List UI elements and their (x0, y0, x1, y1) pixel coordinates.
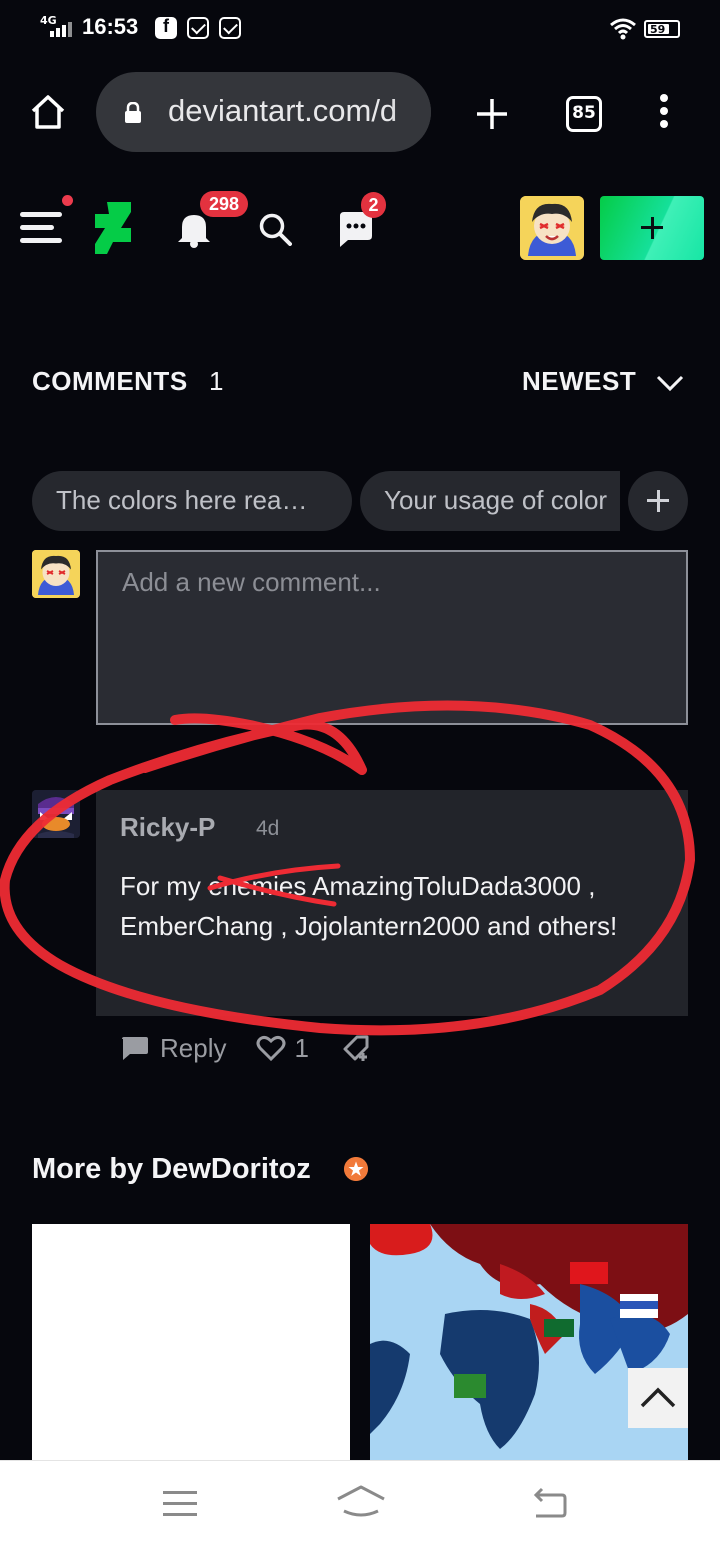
facebook-notification-icon (155, 16, 177, 39)
comment-timestamp[interactable]: 4d (256, 817, 279, 841)
signal-icon (50, 22, 72, 37)
browser-toolbar: deviantart.com/d 85 (0, 58, 720, 168)
plus-icon[interactable] (474, 96, 510, 132)
comment-author-avatar[interactable] (32, 790, 80, 838)
chevron-up-icon (640, 1387, 676, 1408)
home-icon[interactable] (30, 94, 66, 130)
reply-icon[interactable] (120, 1035, 150, 1061)
add-suggestion-button[interactable] (628, 471, 688, 531)
battery-level: 59 (650, 23, 666, 36)
clock: 16:53 (82, 14, 139, 39)
comment-body: For my enemies AmazingToluDada3000 , Emb… (120, 871, 618, 941)
system-nav-bar (0, 1460, 720, 1544)
heart-icon[interactable] (256, 1035, 286, 1061)
notifications-badge: 298 (200, 191, 248, 217)
more-vertical-icon[interactable] (654, 94, 674, 132)
lock-icon (125, 102, 141, 123)
wifi-icon (610, 18, 636, 40)
home-nav-icon[interactable] (336, 1485, 386, 1521)
scroll-to-top-button[interactable] (628, 1368, 688, 1428)
comment-card: Ricky-P 4d For my enemies AmazingToluDad… (96, 790, 688, 1016)
user-avatar[interactable] (520, 196, 584, 260)
mail-notification-icon (187, 17, 209, 39)
unread-dot (62, 195, 73, 206)
comments-heading: COMMENTS (32, 366, 188, 396)
battery-icon: 59 (644, 20, 680, 38)
core-member-star-icon (344, 1157, 368, 1181)
hamburger-menu-icon[interactable] (20, 212, 62, 246)
suggested-comment-chip[interactable]: The colors here rea… (32, 471, 352, 531)
search-icon[interactable] (258, 212, 292, 246)
back-icon[interactable] (530, 1487, 568, 1519)
more-by-heading[interactable]: More by DewDoritoz (32, 1153, 311, 1186)
suggested-comment-chip[interactable]: Your usage of color (360, 471, 620, 531)
comments-count: 1 (209, 366, 224, 396)
status-bar: 4G 16:53 59 (0, 0, 720, 58)
new-comment-input[interactable] (98, 552, 686, 612)
deviantart-logo[interactable] (93, 200, 133, 256)
like-count: 1 (294, 1032, 309, 1063)
tabs-button[interactable]: 85 (566, 96, 602, 132)
page-content: COMMENTS 1 NEWEST The colors here rea… Y… (0, 290, 720, 1460)
create-deviation-button[interactable] (600, 196, 704, 260)
url-text: deviantart.com/d (168, 93, 398, 128)
site-header: 298 2 (0, 168, 720, 290)
deviation-thumbnail[interactable] (32, 1224, 350, 1460)
comment-actions: Reply 1 (120, 1030, 371, 1066)
new-comment-box[interactable] (96, 550, 688, 725)
current-user-avatar (32, 550, 80, 598)
sort-dropdown[interactable]: NEWEST (522, 366, 636, 397)
comment-author[interactable]: Ricky-P (120, 812, 215, 843)
messages-badge: 2 (361, 192, 386, 218)
reply-button[interactable]: Reply (160, 1033, 226, 1064)
gallery-notification-icon (219, 17, 241, 39)
chevron-down-icon[interactable] (656, 374, 684, 392)
award-badge-icon[interactable] (341, 1033, 371, 1063)
recent-apps-icon[interactable] (163, 1491, 197, 1517)
address-bar[interactable]: deviantart.com/d (96, 72, 431, 152)
